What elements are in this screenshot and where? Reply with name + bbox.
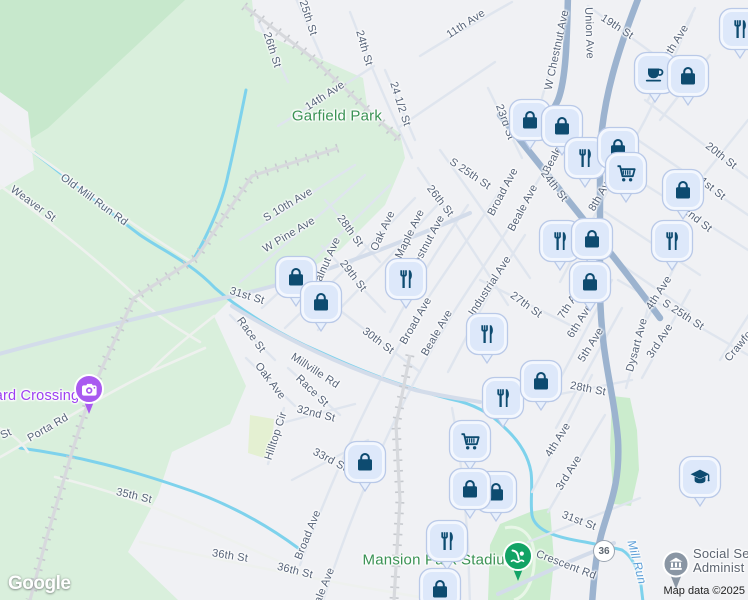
map-canvas[interactable]: 26th St 25th St 24th St 14th Ave 11th Ave 24 … [0,0,748,600]
google-logo[interactable]: Google [8,573,71,595]
route-36-shield: 36 [593,540,615,562]
map-data-attribution: Map data ©2025 [663,585,746,597]
camera-icon [82,383,97,396]
